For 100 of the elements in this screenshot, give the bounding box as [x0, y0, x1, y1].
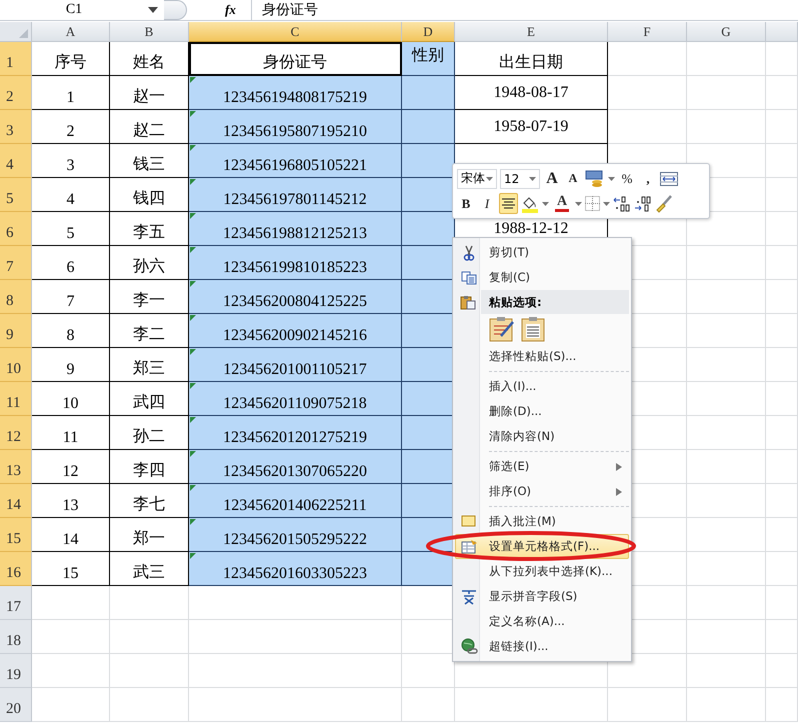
- column-header[interactable]: A: [32, 22, 110, 42]
- menu-item[interactable]: 复制(C): [455, 265, 629, 290]
- merge-cells-icon[interactable]: [660, 172, 678, 186]
- copy-icon: [461, 270, 477, 284]
- italic-button[interactable]: I: [478, 193, 496, 214]
- paste-values-icon[interactable]: [521, 316, 547, 342]
- menu-item[interactable]: 从下拉列表中选择(K)...: [455, 559, 629, 584]
- table-cell: 1: [32, 76, 110, 110]
- column-header[interactable]: C: [189, 22, 402, 42]
- table-cell: 123456201406225211: [189, 484, 402, 518]
- row-header[interactable]: 20: [0, 688, 32, 722]
- globe-link-icon: [460, 638, 478, 655]
- menu-item[interactable]: 选择性粘贴(S)...: [455, 344, 629, 369]
- fill-color-icon[interactable]: [521, 194, 539, 212]
- menu-item[interactable]: 显示拼音字段(S): [455, 584, 629, 609]
- row-header[interactable]: 19: [0, 654, 32, 688]
- table-cell: 123456201505295222: [189, 518, 402, 552]
- row-header[interactable]: 18: [0, 620, 32, 654]
- corner-triangle-icon: [19, 29, 28, 38]
- table-cell: 14: [32, 518, 110, 552]
- caret-icon[interactable]: [608, 176, 615, 180]
- menu-item[interactable]: 插入(I)...: [455, 374, 629, 399]
- percent-button[interactable]: %: [618, 168, 636, 189]
- name-box[interactable]: C1: [0, 2, 148, 18]
- menu-section-header: 粘贴选项:: [481, 290, 629, 314]
- menu-item[interactable]: 超链接(I)...: [455, 634, 629, 659]
- row-header[interactable]: 10: [0, 348, 32, 382]
- caret-icon[interactable]: [148, 7, 158, 13]
- row-header[interactable]: 13: [0, 450, 32, 484]
- column-header[interactable]: E: [455, 22, 608, 42]
- row-header[interactable]: 1: [0, 42, 32, 76]
- menu-item[interactable]: 筛选(E): [455, 454, 629, 479]
- format-cells-icon: [460, 539, 478, 554]
- table-cell: 123456201603305223: [189, 552, 402, 586]
- column-header[interactable]: D: [402, 22, 455, 42]
- increase-decimal-icon[interactable]: [613, 196, 631, 212]
- font-size-field[interactable]: 12: [500, 168, 540, 188]
- table-cell: 123456200804125225: [189, 280, 402, 314]
- menu-item[interactable]: 清除内容(N): [455, 424, 629, 449]
- row-header[interactable]: 5: [0, 178, 32, 212]
- row-header[interactable]: 12: [0, 416, 32, 450]
- row-header[interactable]: 4: [0, 144, 32, 178]
- menu-item[interactable]: 排序(O): [455, 479, 629, 504]
- caret-icon[interactable]: [529, 176, 536, 180]
- column-header[interactable]: F: [608, 22, 687, 42]
- table-cell: 123456200902145216: [189, 314, 402, 348]
- table-cell: 123456199810185223: [189, 246, 402, 280]
- clipboard-icon: [460, 294, 476, 310]
- bold-button[interactable]: B: [457, 193, 475, 214]
- row-header[interactable]: 7: [0, 246, 32, 280]
- table-cell: 9: [32, 348, 110, 382]
- row-header[interactable]: 6: [0, 212, 32, 246]
- row-header[interactable]: 2: [0, 76, 32, 110]
- borders-icon[interactable]: [585, 196, 600, 211]
- insert-function-button[interactable]: fx: [225, 2, 251, 18]
- row-header[interactable]: 16: [0, 552, 32, 586]
- table-cell: 2: [32, 110, 110, 144]
- menu-item[interactable]: 定义名称(A)...: [455, 609, 629, 634]
- row-header[interactable]: 14: [0, 484, 32, 518]
- column-header[interactable]: B: [110, 22, 189, 42]
- row-header[interactable]: 9: [0, 314, 32, 348]
- table-cell: 身份证号: [189, 42, 402, 76]
- table-cell: 10: [32, 382, 110, 416]
- table-cell: 123456201109075218: [189, 382, 402, 416]
- table-cell: 6: [32, 246, 110, 280]
- menu-item[interactable]: 插入批注(M): [455, 509, 629, 534]
- menu-item[interactable]: 删除(D)...: [455, 399, 629, 424]
- formula-field[interactable]: 身份证号: [251, 0, 798, 20]
- paste-formatting-icon[interactable]: [489, 316, 515, 342]
- grow-font-button[interactable]: A: [543, 168, 561, 189]
- table-cell: 13: [32, 484, 110, 518]
- align-center-button[interactable]: [499, 193, 518, 214]
- coins-icon[interactable]: [585, 170, 605, 188]
- font-size-field[interactable]: 宋体: [457, 168, 497, 188]
- caret-icon[interactable]: [603, 202, 610, 206]
- row-header[interactable]: 3: [0, 110, 32, 144]
- font-color-button[interactable]: A: [552, 193, 572, 214]
- row-header[interactable]: 11: [0, 382, 32, 416]
- table-cell: 123456196805105221: [189, 144, 402, 178]
- caret-icon[interactable]: [486, 176, 493, 180]
- table-cell: 12: [32, 450, 110, 484]
- decrease-decimal-icon[interactable]: [634, 196, 652, 212]
- phonetic-icon: [460, 588, 478, 606]
- column-header[interactable]: G: [687, 22, 766, 42]
- caret-icon[interactable]: [542, 202, 549, 206]
- table-cell: 123456201307065220: [189, 450, 402, 484]
- table-cell: 123456194808175219: [189, 76, 402, 110]
- comma-button[interactable]: ,: [639, 168, 657, 189]
- table-cell: 123456197801145212: [189, 178, 402, 212]
- table-cell: 123456195807195210: [189, 110, 402, 144]
- shrink-font-button[interactable]: A: [564, 168, 582, 189]
- row-header[interactable]: 17: [0, 586, 32, 620]
- table-cell: 15: [32, 552, 110, 586]
- table-cell: 4: [32, 178, 110, 212]
- table-cell: 3: [32, 144, 110, 178]
- row-header[interactable]: 8: [0, 280, 32, 314]
- row-header[interactable]: 15: [0, 518, 32, 552]
- table-cell: 123456198812125213: [189, 212, 402, 246]
- table-cell: 123456201001105217: [189, 348, 402, 382]
- caret-icon[interactable]: [575, 202, 582, 206]
